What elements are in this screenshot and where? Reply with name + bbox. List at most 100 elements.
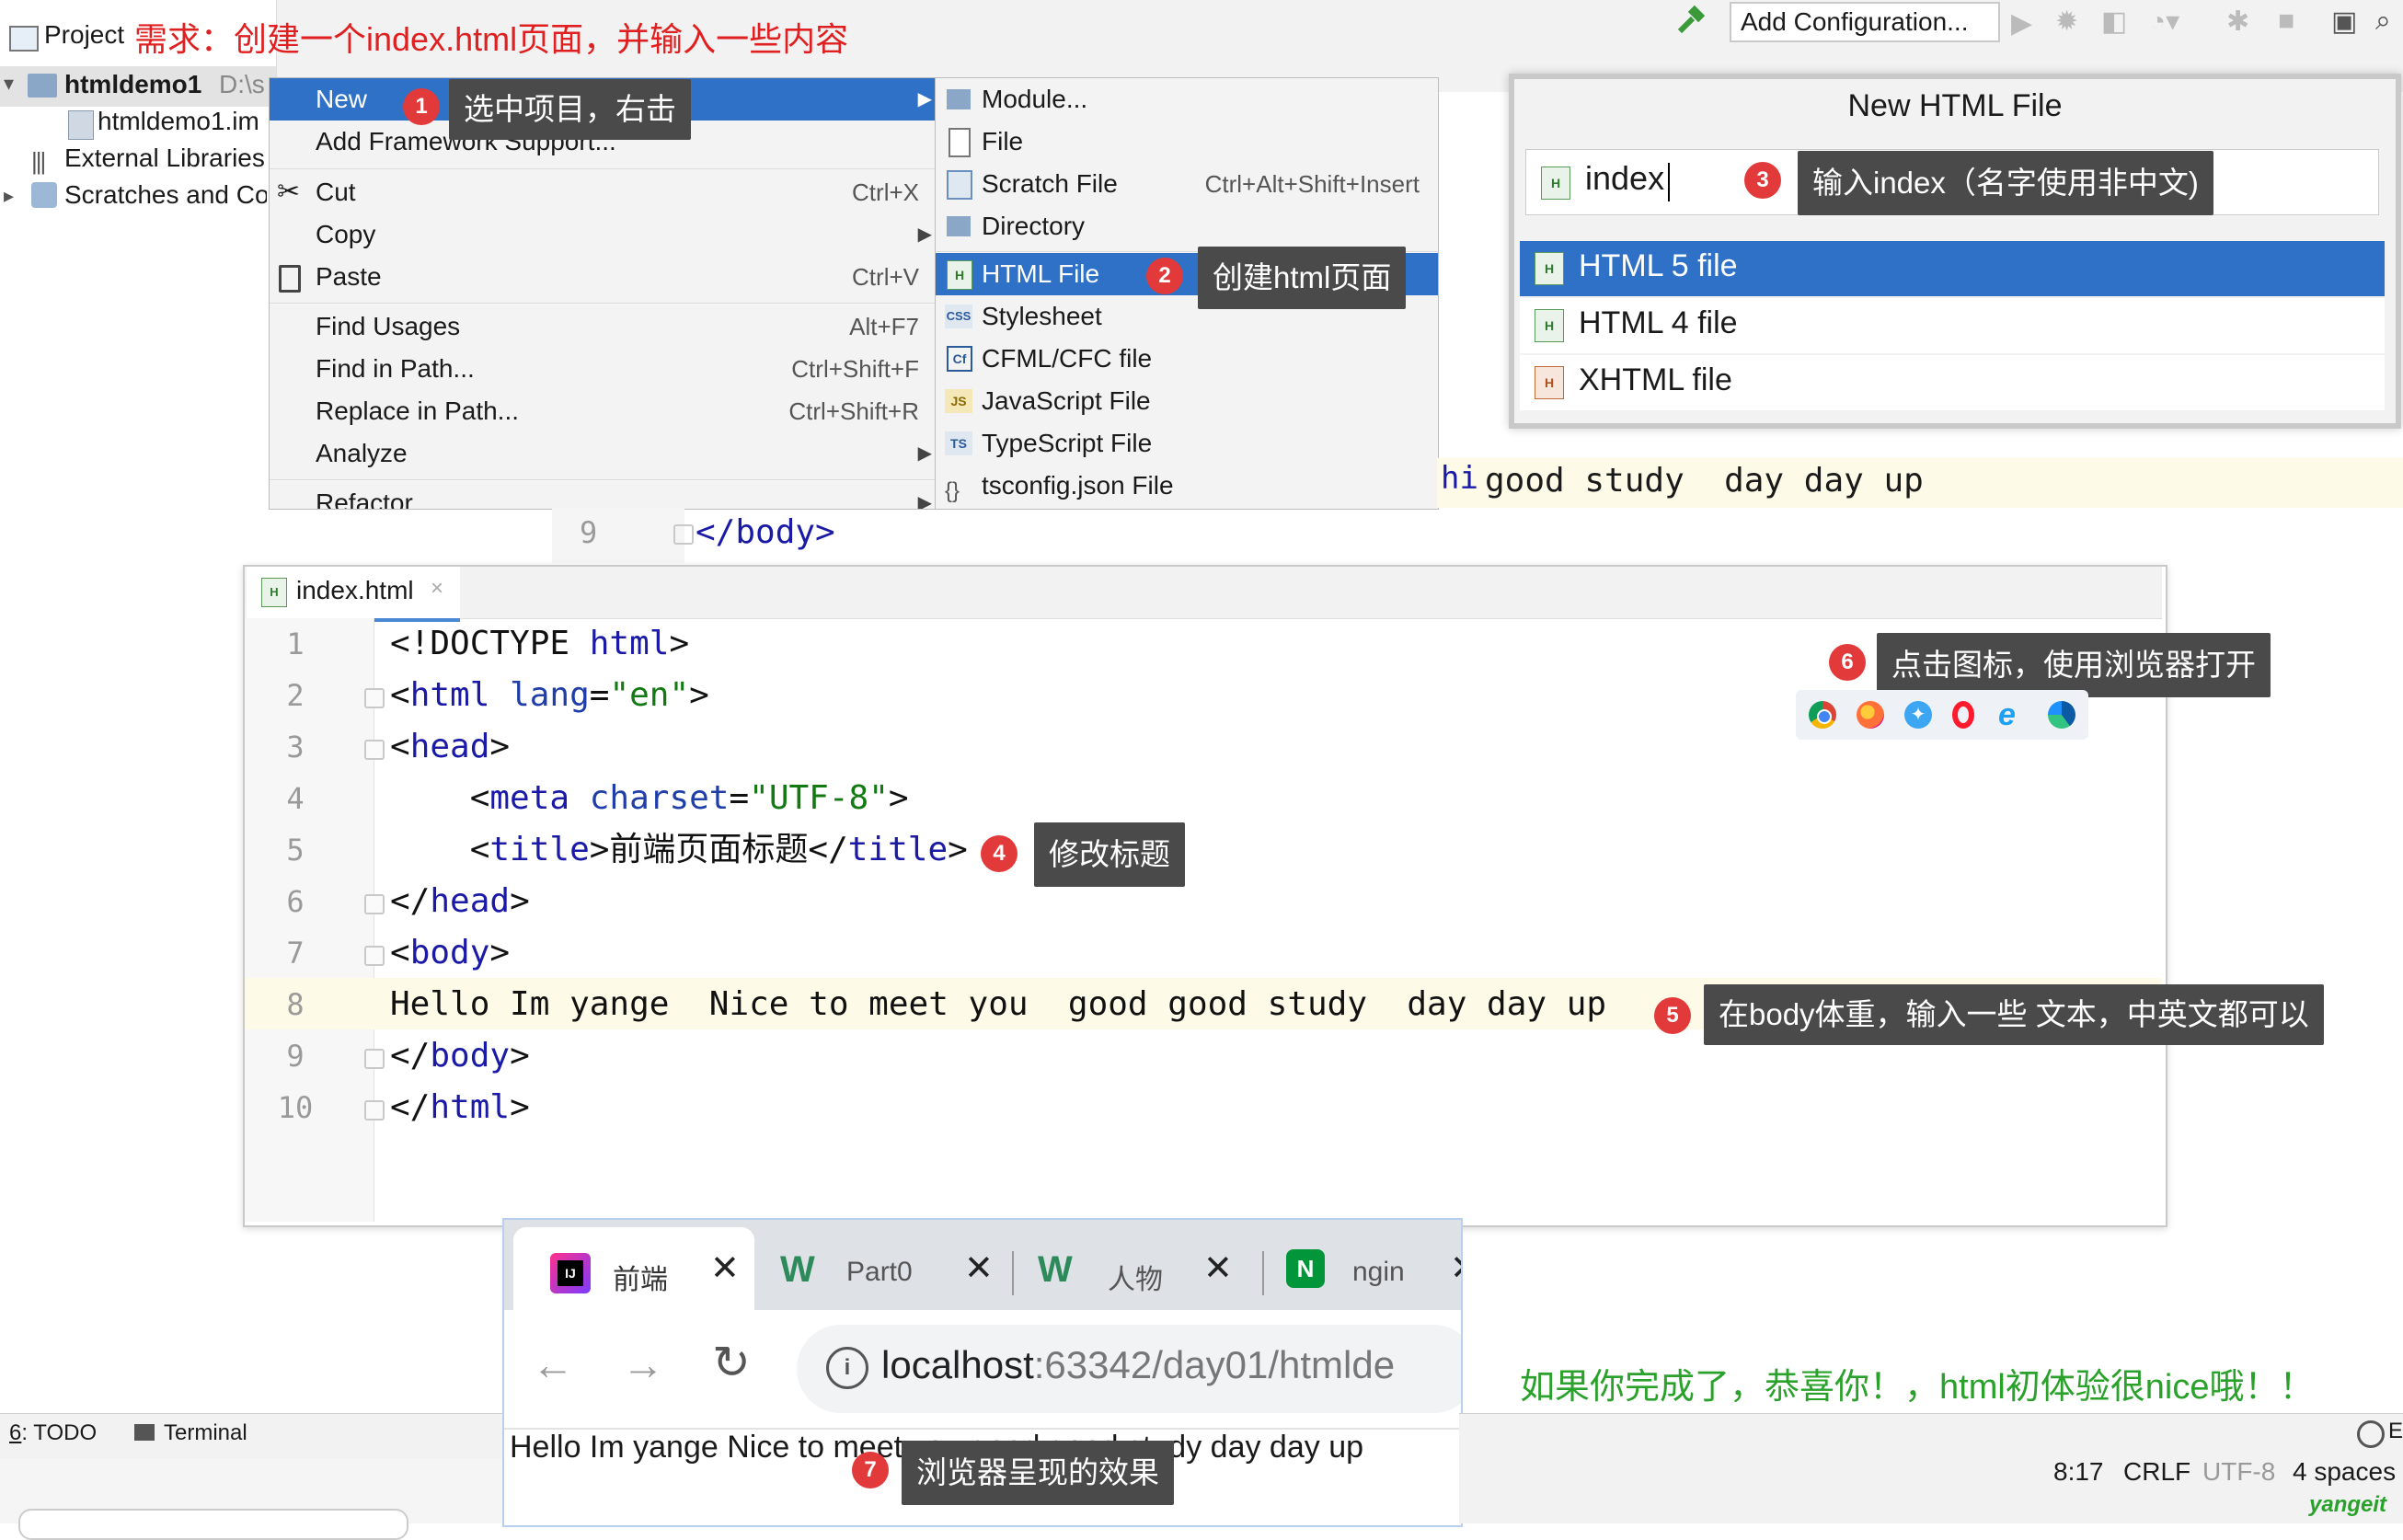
debug-icon[interactable]: ✹ xyxy=(2055,6,2078,38)
reload-icon[interactable]: ↻ xyxy=(712,1336,751,1389)
run-icon[interactable]: ▶ xyxy=(2011,7,2032,40)
firefox-icon[interactable] xyxy=(1857,701,1884,729)
stop-icon[interactable]: ■ xyxy=(2278,6,2294,37)
code-line[interactable]: <html lang="en"> xyxy=(390,670,709,721)
code-token: title xyxy=(489,831,590,868)
menu-item-paste[interactable]: Paste Ctrl+V xyxy=(270,256,937,298)
close-icon[interactable]: ✕ xyxy=(1203,1247,1233,1289)
step-badge-1: 1 xyxy=(403,88,440,125)
fold-marker[interactable] xyxy=(364,1100,385,1121)
menu-item-refactor[interactable]: Refactor ▶ xyxy=(270,482,937,510)
opera-icon[interactable] xyxy=(1952,701,1974,729)
todo-label: : TODO xyxy=(21,1420,98,1445)
add-configuration-button[interactable]: Add Configuration... xyxy=(1730,2,2000,42)
menu-item-find-in-path[interactable]: Find in Path... Ctrl+Shift+F xyxy=(270,348,937,390)
menu-item-label: Refactor xyxy=(316,488,413,510)
status-line-separator[interactable]: CRLF xyxy=(2123,1457,2190,1487)
project-structure-icon[interactable]: ▣ xyxy=(2331,6,2357,38)
browser-tab[interactable]: N ngin ✕ xyxy=(1270,1227,1461,1310)
menu-item-analyze[interactable]: Analyze ▶ xyxy=(270,432,937,475)
project-header[interactable]: Project xyxy=(44,20,124,50)
code-token: html xyxy=(409,676,511,714)
project-item-libraries[interactable]: External Libraries xyxy=(64,144,265,173)
safari-icon[interactable]: ✦ xyxy=(1904,701,1932,729)
annotation-step7: 浏览器呈现的效果 xyxy=(902,1441,1174,1505)
search-everywhere-icon[interactable]: ⌕ xyxy=(2375,6,2391,37)
code-token: > xyxy=(669,625,690,662)
submenu-item-javascript[interactable]: JS JavaScript File xyxy=(936,380,1438,422)
coverage-icon[interactable]: ◧ xyxy=(2101,6,2127,38)
status-encoding[interactable]: UTF-8 xyxy=(2202,1457,2275,1487)
expand-arrow-icon[interactable]: ▸ xyxy=(4,184,14,208)
code-token: > xyxy=(489,934,511,971)
dialog-option-html5[interactable]: H HTML 5 file xyxy=(1520,241,2385,296)
code-token: > xyxy=(510,882,530,920)
menu-item-find-usages[interactable]: Find Usages Alt+F7 xyxy=(270,305,937,348)
code-line[interactable]: </html> xyxy=(390,1082,530,1133)
back-icon[interactable]: ← xyxy=(532,1339,574,1389)
menu-shortcut: Ctrl+Shift+R xyxy=(788,397,919,425)
hammer-icon[interactable] xyxy=(1673,4,1709,40)
submenu-item-directory[interactable]: Directory xyxy=(936,205,1438,247)
menu-item-replace-in-path[interactable]: Replace in Path... Ctrl+Shift+R xyxy=(270,390,937,432)
project-item-iml[interactable]: htmldemo1.im xyxy=(98,107,259,136)
build-icon[interactable]: ✱ xyxy=(2226,6,2249,38)
fold-marker[interactable] xyxy=(364,894,385,914)
code-line[interactable]: <meta charset="UTF-8"> xyxy=(390,773,909,824)
browser-tab-active[interactable]: IJ 前端 ✕ xyxy=(513,1227,754,1310)
code-line[interactable]: <head> xyxy=(390,721,510,773)
profiler-icon[interactable]: ◔▾ xyxy=(2149,6,2179,38)
status-indent[interactable]: 4 spaces xyxy=(2293,1457,2396,1487)
code-line[interactable]: <body> xyxy=(390,927,510,979)
project-root-path: D:\s xyxy=(219,70,265,98)
fold-marker[interactable] xyxy=(364,1049,385,1069)
address-bar[interactable]: i localhost:63342/day01/htmlde xyxy=(797,1325,1461,1413)
menu-item-copy[interactable]: Copy ▶ xyxy=(270,213,937,256)
fold-marker[interactable] xyxy=(673,524,694,545)
status-caret-position[interactable]: 8:17 xyxy=(2053,1457,2104,1487)
fold-marker[interactable] xyxy=(364,740,385,760)
code-token: lang xyxy=(510,676,590,714)
code-line[interactable]: <!DOCTYPE html> xyxy=(390,618,689,670)
dialog-option-html4[interactable]: H HTML 4 file xyxy=(1520,298,2385,353)
submenu-item-typescript[interactable]: TS TypeScript File xyxy=(936,422,1438,465)
submenu-item-tsconfig[interactable]: {} tsconfig.json File xyxy=(936,465,1438,507)
background-editor-partial: hi xyxy=(1441,460,1478,497)
taskbar-search-box[interactable] xyxy=(18,1509,408,1540)
todo-tool-button[interactable]: 6: TODO xyxy=(9,1420,97,1446)
expand-arrow-icon[interactable]: ▾ xyxy=(4,72,14,96)
menu-item-cut[interactable]: ✂ Cut Ctrl+X xyxy=(270,171,937,213)
dialog-name-input-value: index xyxy=(1585,159,1665,197)
dialog-option-xhtml[interactable]: H XHTML file xyxy=(1520,355,2385,410)
line-number: 2 xyxy=(286,678,305,713)
close-icon[interactable]: × xyxy=(431,576,443,602)
css-icon: CSS xyxy=(945,305,972,328)
code-line[interactable]: Hello Im yange Nice to meet you good goo… xyxy=(390,979,1606,1030)
code-line[interactable]: </head> xyxy=(390,876,530,927)
submenu-item-module[interactable]: Module... xyxy=(936,78,1438,121)
code-line[interactable]: </body> xyxy=(390,1030,530,1082)
browser-tab[interactable]: W 人物 ✕ xyxy=(1019,1227,1268,1310)
submenu-arrow-icon: ▶ xyxy=(917,89,932,109)
project-item-scratches[interactable]: Scratches and Co xyxy=(64,180,267,210)
close-icon[interactable]: ✕ xyxy=(1450,1247,1461,1289)
fold-marker[interactable] xyxy=(364,946,385,966)
chrome-icon[interactable] xyxy=(1809,701,1836,729)
event-log-partial[interactable]: E xyxy=(2388,1419,2403,1444)
edge-icon[interactable] xyxy=(2048,701,2075,729)
code-line[interactable]: <title>前端页面标题</title> xyxy=(390,824,968,876)
editor-tab-index[interactable]: H index.html × xyxy=(247,567,460,622)
close-icon[interactable]: ✕ xyxy=(964,1247,994,1289)
fold-marker[interactable] xyxy=(364,688,385,708)
info-icon[interactable]: i xyxy=(826,1347,868,1389)
submenu-item-scratch[interactable]: Scratch File Ctrl+Alt+Shift+Insert xyxy=(936,163,1438,205)
close-icon[interactable]: ✕ xyxy=(710,1247,740,1289)
address-url: localhost:63342/day01/htmlde xyxy=(881,1343,1395,1387)
ie-icon[interactable]: e xyxy=(1998,697,2016,733)
browser-tab[interactable]: W Part0 ✕ xyxy=(762,1227,1010,1310)
submenu-item-file[interactable]: File xyxy=(936,121,1438,163)
event-log-icon[interactable] xyxy=(2357,1420,2385,1448)
terminal-tool-button[interactable]: Terminal xyxy=(164,1420,247,1446)
forward-icon[interactable]: → xyxy=(622,1339,664,1389)
submenu-item-cfml[interactable]: Cf CFML/CFC file xyxy=(936,338,1438,380)
